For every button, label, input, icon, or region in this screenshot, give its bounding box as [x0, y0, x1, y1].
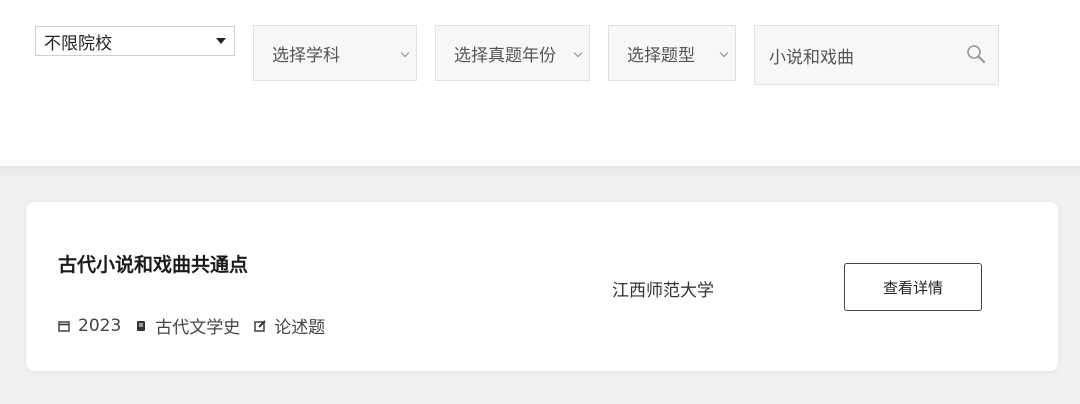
question-type-select-label: 选择题型 [627, 45, 695, 66]
divider [0, 166, 1080, 180]
chevron-down-icon [719, 48, 729, 58]
search-box [754, 25, 999, 85]
edit-icon [254, 319, 266, 332]
result-category: 古代文学史 [155, 318, 241, 338]
result-question-type: 论述题 [274, 318, 326, 338]
subject-select-label: 选择学科 [272, 45, 340, 66]
result-school: 江西师范大学 [612, 281, 714, 301]
search-icon[interactable] [966, 44, 986, 64]
caret-down-icon [216, 38, 226, 44]
school-select[interactable]: 不限院校 [35, 26, 235, 56]
question-type-select[interactable]: 选择题型 [608, 25, 736, 81]
view-details-button[interactable]: 查看详情 [844, 263, 982, 311]
school-select-value: 不限院校 [44, 33, 112, 54]
result-card: 古代小说和戏曲共通点 2023 古代文学史 论述题 江西师范大学 查看详情 [26, 202, 1058, 371]
subject-select[interactable]: 选择学科 [253, 25, 417, 81]
filter-bar: 不限院校 选择学科 选择真题年份 选择题型 [0, 0, 1080, 166]
year-select[interactable]: 选择真题年份 [435, 25, 590, 81]
result-title[interactable]: 古代小说和戏曲共通点 [58, 250, 248, 277]
search-input[interactable] [755, 45, 955, 65]
book-icon [137, 320, 146, 331]
result-year: 2023 [78, 315, 122, 336]
year-select-label: 选择真题年份 [454, 45, 556, 66]
chevron-down-icon [400, 48, 410, 58]
calendar-icon [58, 320, 70, 332]
chevron-down-icon [573, 48, 583, 58]
result-meta: 2023 古代文学史 论述题 [58, 313, 339, 338]
